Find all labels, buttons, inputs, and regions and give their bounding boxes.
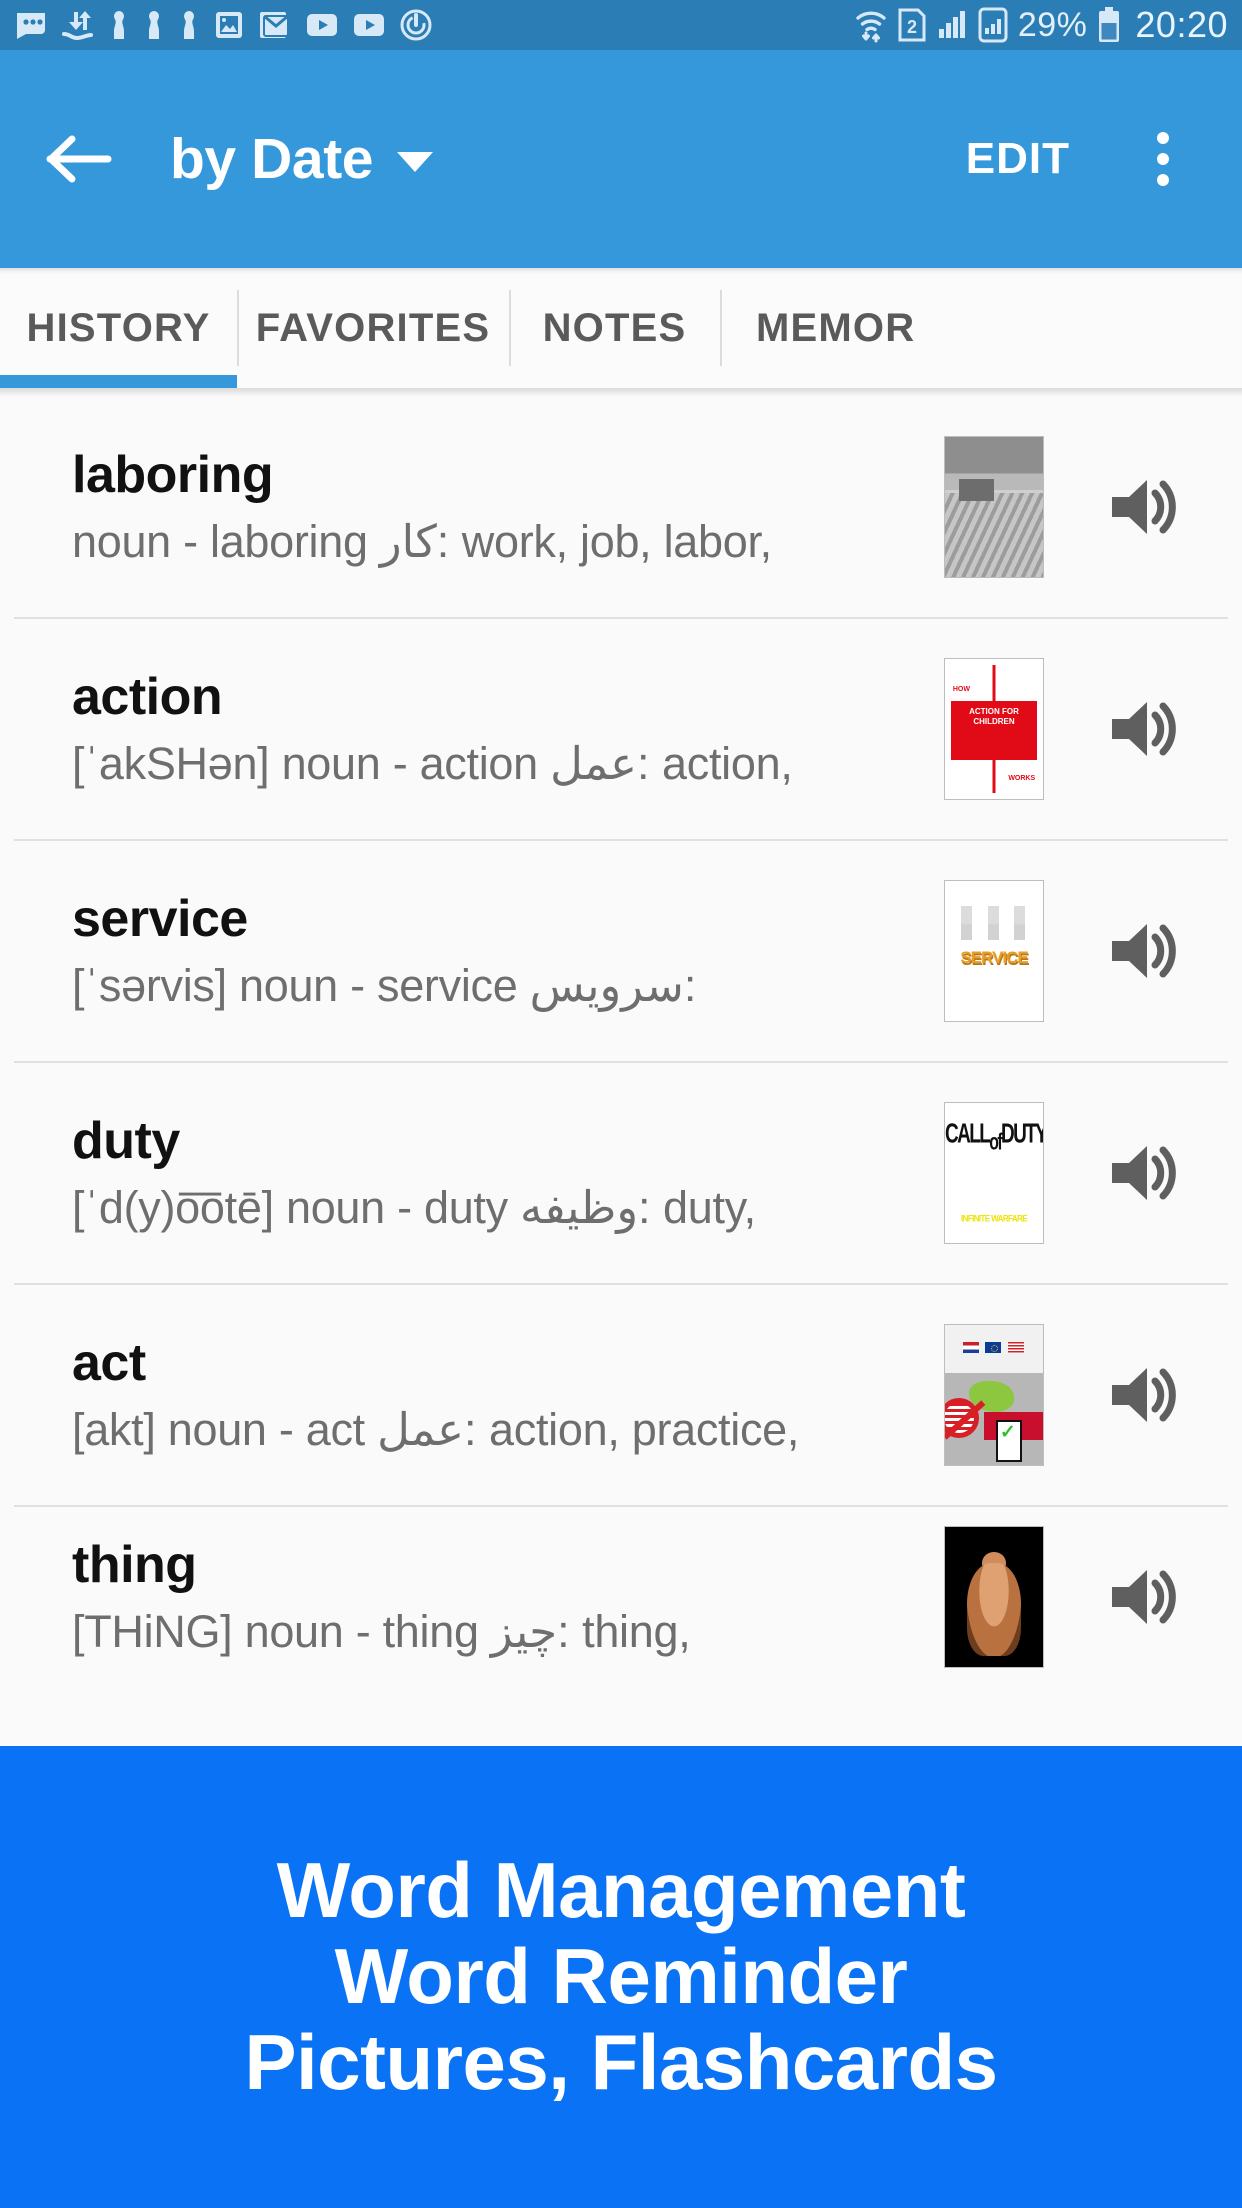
arrow-left-icon	[46, 135, 112, 183]
promo-banner-line-3: Pictures, Flashcards	[244, 2017, 998, 2106]
speaker-icon	[1112, 480, 1176, 534]
pronounce-button[interactable]	[1090, 693, 1200, 765]
word-title: act	[72, 1334, 146, 1393]
pronounce-button[interactable]	[1090, 1137, 1200, 1209]
signal-bars-icon	[936, 9, 968, 41]
battery-icon	[1097, 7, 1121, 43]
word-thumbnail[interactable]: ✓	[944, 1324, 1044, 1466]
bodybuilder-photo	[945, 1527, 1043, 1667]
cod-subtitle: INFINITE WARFARE	[961, 1213, 1028, 1225]
phone-screen: 2 29% 20:20 by Date EDIT HISTORY FAVORIT…	[0, 0, 1242, 2208]
afc-top-text: HOW	[952, 685, 970, 693]
list-item[interactable]: act [akt] noun - act عمل: action, practi…	[0, 1285, 1242, 1505]
photos-icon	[213, 9, 245, 41]
data-transfer-icon	[61, 8, 95, 42]
cod-title: CALLofDUTY	[945, 1119, 1044, 1156]
list-item-text: thing [THiNG] noun - thing چیز: thing,	[72, 1536, 944, 1657]
word-thumbnail[interactable]: CALLofDUTY INFINITE WARFARE	[944, 1102, 1044, 1244]
afc-mid-text: ACTION FOR CHILDREN	[969, 706, 1019, 726]
power-saving-icon	[399, 8, 433, 42]
promo-banner-line-1: Word Management	[276, 1846, 966, 1935]
more-vertical-icon-dot	[1157, 132, 1169, 144]
active-tab-indicator	[0, 375, 237, 388]
app-bar: by Date EDIT	[0, 50, 1242, 268]
status-bar: 2 29% 20:20	[0, 0, 1242, 50]
status-bar-clock: 20:20	[1135, 4, 1228, 45]
word-title: service	[72, 890, 248, 949]
tab-history[interactable]: HISTORY	[0, 268, 237, 388]
tab-favorites[interactable]: FAVORITES	[237, 268, 509, 388]
overflow-menu-button[interactable]	[1120, 116, 1206, 202]
youtube-icon	[352, 12, 386, 38]
tab-bar: HISTORY FAVORITES NOTES MEMOR	[0, 268, 1242, 388]
list-item[interactable]: action [ˈakSHən] noun - action عمل: acti…	[0, 619, 1242, 839]
pronounce-button[interactable]	[1090, 1561, 1200, 1633]
list-item-text: action [ˈakSHən] noun - action عمل: acti…	[72, 668, 944, 789]
word-meaning: [ˈakSHən] noun - action عمل: action,	[72, 737, 793, 789]
word-list: laboring noun - laboring کار: work, job,…	[0, 397, 1242, 1687]
page-title: by Date	[170, 127, 374, 191]
sort-order-dropdown[interactable]: by Date	[170, 126, 434, 192]
sim-indicator-icon: 2	[898, 8, 926, 42]
word-thumbnail[interactable]: SERVICE	[944, 880, 1044, 1022]
field-workers-photo	[945, 437, 1043, 577]
speaker-icon	[1112, 1570, 1176, 1624]
pronounce-button[interactable]	[1090, 1359, 1200, 1431]
tab-memorize[interactable]: MEMOR	[720, 268, 1020, 388]
call-of-duty-infinite-warfare-logo: CALLofDUTY INFINITE WARFARE	[945, 1103, 1043, 1243]
list-item[interactable]: laboring noun - laboring کار: work, job,…	[0, 397, 1242, 617]
contact-silhouette-icon	[178, 9, 200, 41]
word-title: thing	[72, 1536, 197, 1595]
gmail-icon	[258, 9, 292, 41]
tab-notes[interactable]: NOTES	[509, 268, 720, 388]
pronounce-button[interactable]	[1090, 915, 1200, 987]
word-title: action	[72, 668, 223, 727]
word-title: laboring	[72, 446, 274, 505]
word-thumbnail[interactable]	[944, 436, 1044, 578]
word-meaning: [ˈd(y)o͞otē] noun - duty وظیفه: duty,	[72, 1181, 756, 1233]
wifi-icon	[854, 7, 888, 43]
promo-banner[interactable]: Word Management Word Reminder Pictures, …	[0, 1746, 1242, 2208]
word-thumbnail[interactable]: HOW ACTION FOR CHILDREN WORKS	[944, 658, 1044, 800]
edit-button[interactable]: EDIT	[956, 120, 1080, 198]
speaker-icon	[1112, 1146, 1176, 1200]
speaker-icon	[1112, 924, 1176, 978]
promo-banner-line-2: Word Reminder	[334, 1932, 908, 2021]
more-vertical-icon-dot	[1157, 153, 1169, 165]
list-item[interactable]: thing [THiNG] noun - thing چیز: thing,	[0, 1507, 1242, 1687]
back-button[interactable]	[36, 116, 122, 202]
word-thumbnail[interactable]	[944, 1526, 1044, 1668]
signal-card-icon	[978, 7, 1008, 43]
pronounce-button[interactable]	[1090, 471, 1200, 543]
battery-percent-label: 29%	[1017, 5, 1088, 44]
word-meaning: [ˈsərvis] noun - service سرویس:	[72, 959, 697, 1011]
tab-bar-shadow	[0, 388, 1242, 397]
word-title: duty	[72, 1112, 180, 1171]
status-bar-notification-icons	[14, 8, 433, 42]
status-bar-system-icons: 2 29% 20:20	[854, 4, 1228, 46]
more-vertical-icon-dot	[1157, 174, 1169, 186]
list-item[interactable]: service [ˈsərvis] noun - service سرویس: …	[0, 841, 1242, 1061]
afc-bottom-text: WORKS	[1008, 775, 1036, 783]
list-item-text: duty [ˈd(y)o͞otē] noun - duty وظیفه: dut…	[72, 1112, 944, 1233]
caret-down-icon	[397, 152, 434, 172]
action-for-children-logo: HOW ACTION FOR CHILDREN WORKS	[945, 659, 1043, 799]
list-item[interactable]: duty [ˈd(y)o͞otē] noun - duty وظیفه: dut…	[0, 1063, 1242, 1283]
list-item-text: laboring noun - laboring کار: work, job,…	[72, 446, 944, 567]
service-3d-text: SERVICE	[945, 881, 1043, 1021]
svg-text:2: 2	[907, 17, 917, 37]
list-item-text: service [ˈsərvis] noun - service سرویس:	[72, 890, 944, 1011]
list-item-text: act [akt] noun - act عمل: action, practi…	[72, 1334, 944, 1455]
chat-bubble-icon	[14, 10, 48, 40]
service-thumb-label: SERVICE	[960, 948, 1028, 968]
youtube-icon	[305, 12, 339, 38]
speaker-icon	[1112, 1368, 1176, 1422]
word-meaning: [akt] noun - act عمل: action, practice,	[72, 1403, 800, 1455]
contact-silhouette-icon	[108, 9, 130, 41]
word-meaning: noun - laboring کار: work, job, labor,	[72, 515, 772, 567]
flags-ballot-collage: ✓	[945, 1325, 1043, 1465]
word-meaning: [THiNG] noun - thing چیز: thing,	[72, 1605, 691, 1657]
speaker-icon	[1112, 702, 1176, 756]
contact-silhouette-icon	[143, 9, 165, 41]
